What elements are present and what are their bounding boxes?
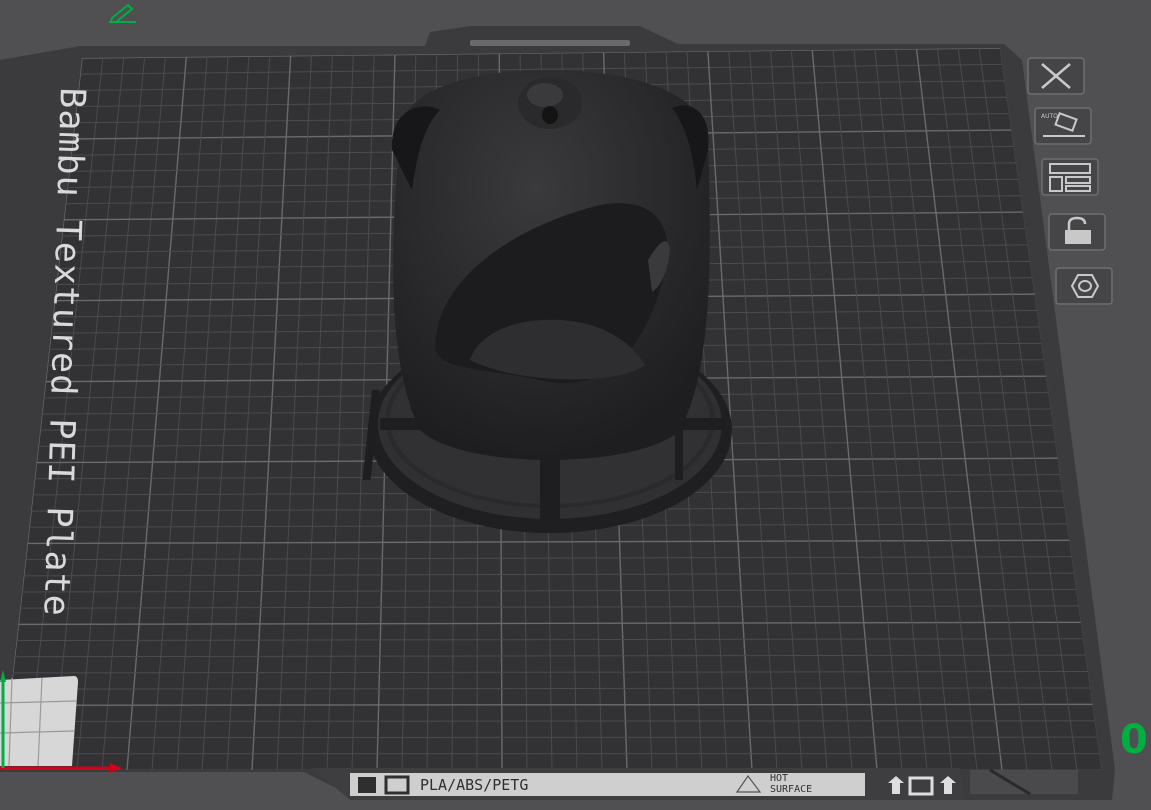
pencil-icon[interactable] xyxy=(106,2,140,26)
delete-plate-button[interactable] xyxy=(1026,56,1086,96)
close-icon xyxy=(1027,57,1085,95)
3d-model[interactable] xyxy=(362,70,732,533)
svg-text:AUTO: AUTO xyxy=(1041,113,1058,120)
hexagon-icon xyxy=(1055,267,1113,305)
hot-surface-line1: HOT xyxy=(770,773,789,784)
arrange-icon xyxy=(1041,158,1099,196)
auto-orient-icon: AUTO xyxy=(1034,107,1092,145)
plate-index-indicator: 0 xyxy=(1120,717,1148,763)
lock-plate-button[interactable] xyxy=(1047,212,1107,252)
material-label: PLA/ABS/PETG xyxy=(420,776,529,794)
lock-icon xyxy=(1048,213,1106,251)
hot-surface-line2: SURFACE xyxy=(770,784,813,795)
auto-orient-button[interactable]: AUTO xyxy=(1033,106,1093,146)
3d-viewport[interactable]: Bambu Textured PEI Plate AUTO PLA/ABS/PE… xyxy=(0,0,1151,810)
arrange-button[interactable] xyxy=(1040,157,1100,197)
plate-settings-button[interactable] xyxy=(1054,266,1114,306)
